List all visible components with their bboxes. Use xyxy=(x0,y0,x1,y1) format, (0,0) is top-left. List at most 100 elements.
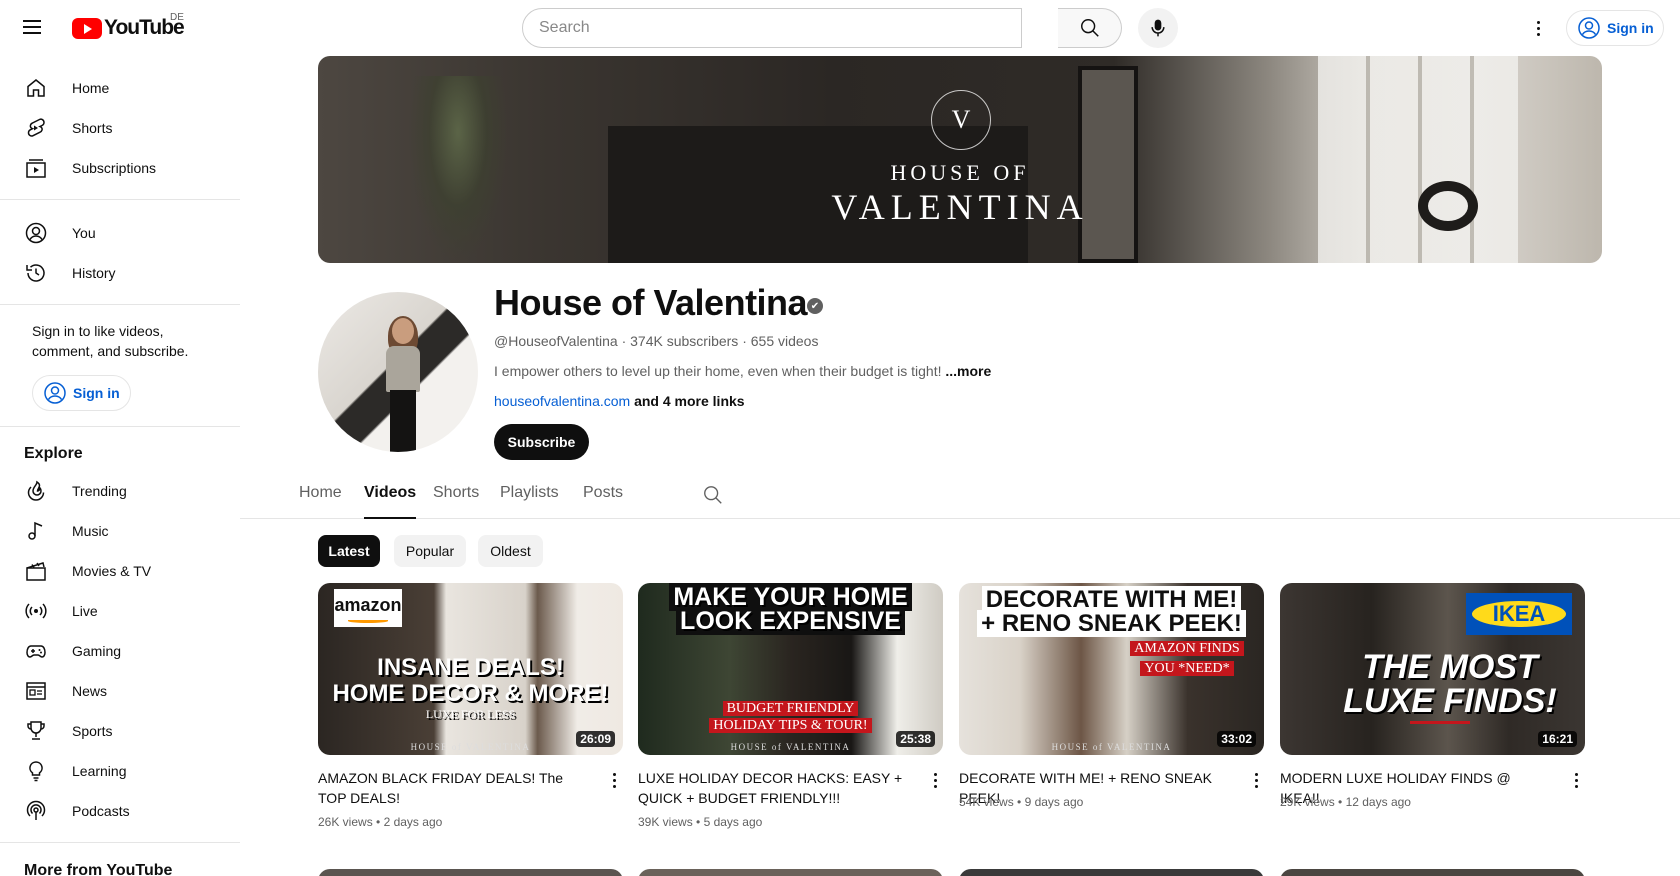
amazon-logo: amazon xyxy=(334,589,402,627)
video-age: 5 days ago xyxy=(703,815,763,829)
you-icon xyxy=(24,221,48,245)
chip-popular[interactable]: Popular xyxy=(394,535,466,567)
search-button[interactable] xyxy=(1058,8,1122,48)
video-menu-icon[interactable] xyxy=(604,770,624,790)
sidebar-divider xyxy=(0,199,240,200)
podcasts-icon xyxy=(24,799,48,823)
voice-search-button[interactable] xyxy=(1138,8,1178,48)
tab-videos[interactable]: Videos xyxy=(364,484,417,519)
sidebar-item-live[interactable]: Live xyxy=(12,591,228,631)
subscribe-button[interactable]: Subscribe xyxy=(494,424,589,460)
sidebar-item-subscriptions[interactable]: Subscriptions xyxy=(12,148,228,188)
sign-in-prompt: Sign in to like videos, comment, and sub… xyxy=(32,323,189,359)
sidebar-item-podcasts[interactable]: Podcasts xyxy=(12,791,228,831)
video-thumbnail[interactable] xyxy=(638,869,943,876)
channel-tabs: Home Videos Shorts Playlists Posts xyxy=(240,470,1680,519)
sidebar-item-trending[interactable]: Trending xyxy=(12,471,228,511)
sidebar-item-label: Live xyxy=(72,603,98,619)
thumbnail-caption: LUXE FINDS! xyxy=(1343,682,1557,720)
video-title[interactable]: AMAZON BLACK FRIDAY DEALS! The TOP DEALS… xyxy=(318,768,583,808)
video-duration: 16:21 xyxy=(1538,731,1577,747)
video-meta: 29K views • 12 days ago xyxy=(1280,795,1411,809)
sidebar-item-music[interactable]: Music xyxy=(12,511,228,551)
video-thumbnail[interactable]: IKEA THE MOST LUXE FINDS! 16:21 xyxy=(1280,583,1585,755)
sign-in-label: Sign in xyxy=(73,385,120,401)
thumbnail-red-caption: YOU *NEED* xyxy=(1140,661,1234,676)
channel-avatar[interactable] xyxy=(318,292,478,452)
video-thumbnail[interactable]: amazon INSANE DEALS! HOME DECOR & MORE! … xyxy=(318,583,623,755)
thumbnail-red-caption: BUDGET FRIENDLY xyxy=(722,701,859,716)
video-thumbnail[interactable]: MAKE YOUR HOME LOOK EXPENSIVE BUDGET FRI… xyxy=(638,583,943,755)
sidebar-item-history[interactable]: History xyxy=(12,253,228,293)
home-icon xyxy=(24,76,48,100)
sidebar-item-gaming[interactable]: Gaming xyxy=(12,631,228,671)
thumbnail-red-caption: HOLIDAY TIPS & TOUR! xyxy=(709,718,872,733)
description-more-link[interactable]: ...more xyxy=(945,363,991,379)
sports-icon xyxy=(24,719,48,743)
sidebar-divider xyxy=(0,426,240,427)
banner-monogram: V xyxy=(931,90,991,150)
sidebar-item-sports[interactable]: Sports xyxy=(12,711,228,751)
channel-description[interactable]: I empower others to level up their home,… xyxy=(494,363,991,379)
video-thumbnail[interactable]: DECORATE WITH ME! + RENO SNEAK PEEK! AMA… xyxy=(959,583,1264,755)
video-thumbnail[interactable] xyxy=(959,869,1264,876)
sidebar-item-home[interactable]: Home xyxy=(12,68,228,108)
verified-badge-icon: ✔ xyxy=(807,298,823,314)
ikea-logo-text: IKEA xyxy=(1492,601,1546,626)
sidebar-item-label: Subscriptions xyxy=(72,160,157,176)
website-link[interactable]: houseofvalentina.com xyxy=(494,393,630,409)
tab-home[interactable]: Home xyxy=(299,484,342,519)
more-links-button[interactable]: and 4 more links xyxy=(630,393,745,409)
news-icon xyxy=(24,679,48,703)
user-icon xyxy=(1578,17,1600,39)
sidebar-item-learning[interactable]: Learning xyxy=(12,751,228,791)
thumbnail-caption: THE MOST xyxy=(1362,648,1538,686)
video-thumbnail[interactable] xyxy=(1280,869,1585,876)
sidebar-item-news[interactable]: News xyxy=(12,671,228,711)
video-meta: 39K views • 5 days ago xyxy=(638,815,763,829)
thumbnail-subcaption: LUXE FOR LESS xyxy=(425,707,516,721)
sidebar-item-label: History xyxy=(72,265,116,281)
sidebar-item-label: Learning xyxy=(72,763,127,779)
sidebar-item-shorts[interactable]: Shorts xyxy=(12,108,228,148)
sidebar-item-label: Music xyxy=(72,523,109,539)
sidebar-item-movies[interactable]: Movies & TV xyxy=(12,551,228,591)
video-duration: 25:38 xyxy=(896,731,935,747)
thumbnail-caption: LOOK EXPENSIVE xyxy=(676,607,905,635)
banner-title-line1: HOUSE OF xyxy=(890,160,1030,185)
amazon-logo-text: amazon xyxy=(334,595,402,615)
history-icon xyxy=(24,261,48,285)
sidebar-item-label: News xyxy=(72,683,108,699)
channel-banner: V HOUSE OF VALENTINA xyxy=(318,56,1602,263)
sign-in-label: Sign in xyxy=(1607,20,1654,36)
video-menu-icon[interactable] xyxy=(925,770,945,790)
sign-in-button[interactable]: Sign in xyxy=(1566,10,1664,46)
search-icon[interactable] xyxy=(702,484,724,506)
banner-title-line2: VALENTINA xyxy=(831,187,1089,227)
video-views: 39K views xyxy=(638,815,693,829)
video-menu-icon[interactable] xyxy=(1566,770,1586,790)
user-icon xyxy=(44,382,66,404)
sidebar-divider xyxy=(0,842,240,843)
video-title[interactable]: LUXE HOLIDAY DECOR HACKS: EASY + QUICK +… xyxy=(638,768,903,808)
video-duration: 26:09 xyxy=(576,731,615,747)
chip-oldest[interactable]: Oldest xyxy=(478,535,543,567)
thumbnail-caption: HOME DECOR & MORE! xyxy=(332,680,609,707)
sidebar-sign-in-button[interactable]: Sign in xyxy=(32,375,131,411)
microphone-icon xyxy=(1151,19,1165,37)
youtube-logo[interactable]: YouTube xyxy=(72,16,185,40)
video-menu-icon[interactable] xyxy=(1246,770,1266,790)
tab-posts[interactable]: Posts xyxy=(583,484,623,519)
search-input[interactable] xyxy=(522,8,1022,48)
video-meta: 26K views • 2 days ago xyxy=(318,815,443,829)
country-code: DE xyxy=(170,12,184,23)
tab-shorts[interactable]: Shorts xyxy=(433,484,479,519)
channel-meta: @HouseofValentina · 374K subscribers · 6… xyxy=(494,333,819,349)
video-thumbnail[interactable] xyxy=(318,869,623,876)
settings-menu-icon[interactable] xyxy=(1526,16,1550,40)
sidebar-item-you[interactable]: You xyxy=(12,213,228,253)
menu-icon[interactable] xyxy=(20,16,44,40)
chip-latest[interactable]: Latest xyxy=(318,535,380,567)
tab-playlists[interactable]: Playlists xyxy=(500,484,559,519)
youtube-play-icon xyxy=(72,17,102,39)
